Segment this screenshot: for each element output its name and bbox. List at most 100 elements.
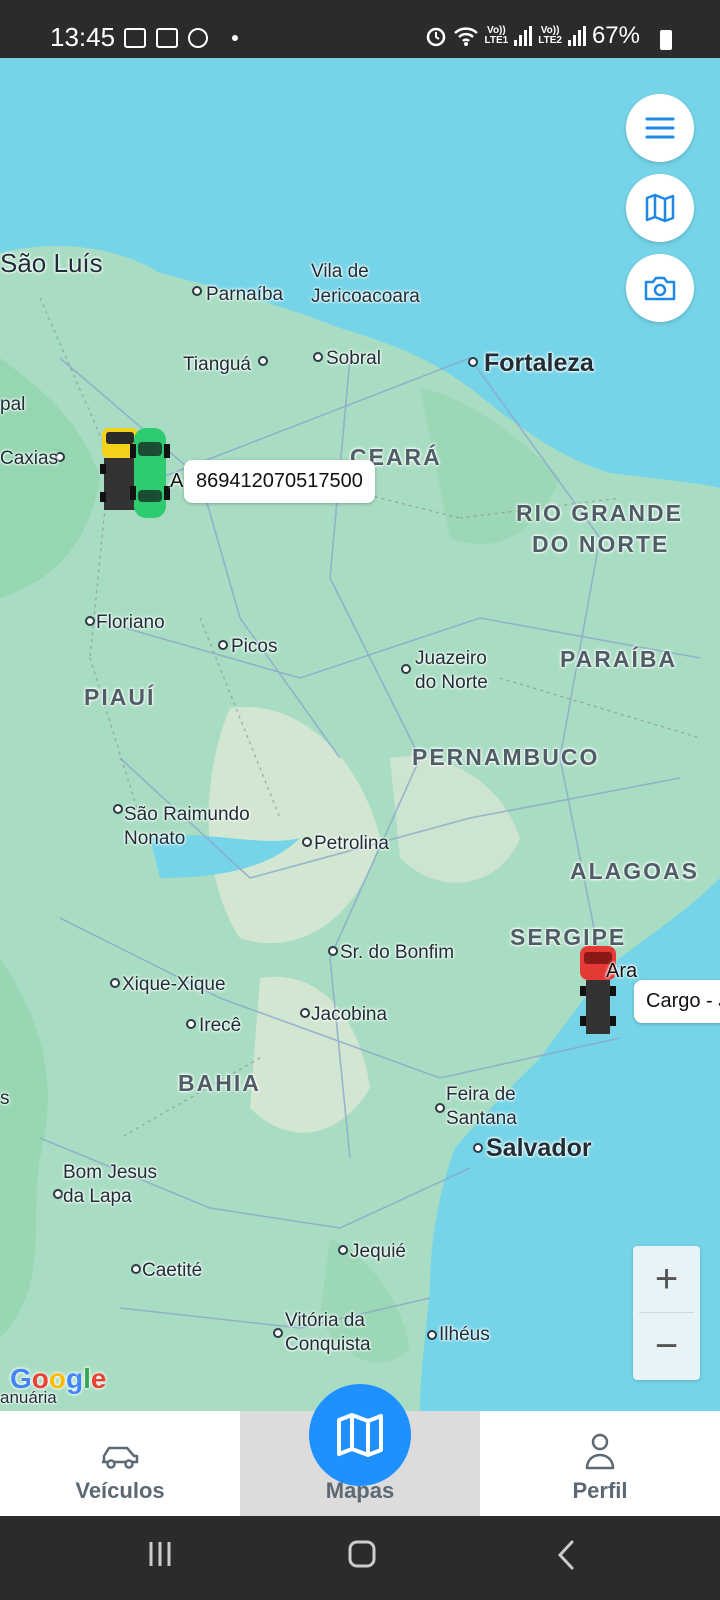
city-dot — [53, 1189, 63, 1199]
wifi-icon — [453, 27, 478, 46]
vehicle-marker[interactable] — [128, 424, 172, 527]
city-sao-luis: São Luís — [0, 248, 103, 278]
map-type-button[interactable] — [626, 174, 694, 242]
city-dot — [85, 616, 95, 626]
state-piaui: PIAUÍ — [84, 684, 156, 710]
city-dot — [258, 356, 268, 366]
state-pernambuco: PERNAMBUCO — [412, 744, 600, 770]
battery-percent: 67% — [591, 22, 640, 49]
city-s-left: s — [0, 1088, 10, 1109]
vehicle-marker[interactable] — [576, 942, 620, 1047]
zoom-controls: + − — [633, 1246, 700, 1380]
vehicle-callout[interactable]: Cargo - J — [634, 980, 720, 1023]
state-paraiba: PARAÍBA — [560, 646, 678, 672]
city-dot — [401, 664, 411, 674]
menu-button[interactable] — [626, 94, 694, 162]
city-caxias: Caxias — [0, 448, 59, 469]
signal-2-icon — [567, 26, 586, 46]
city-picos: Picos — [231, 636, 278, 657]
city-juazeiro-2: do Norte — [415, 672, 488, 693]
city-sao-raimundo-2: Nonato — [124, 828, 186, 849]
state-bahia: BAHIA — [178, 1070, 261, 1096]
do-not-disturb-icon — [188, 28, 208, 48]
city-dot — [110, 978, 120, 988]
city-dot — [273, 1328, 283, 1338]
truck-icon — [580, 946, 616, 1034]
city-dot — [427, 1330, 437, 1340]
city-dot — [435, 1103, 445, 1113]
back-icon[interactable] — [556, 1540, 576, 1570]
car-icon — [130, 428, 170, 518]
menu-icon — [645, 117, 675, 139]
city-jacobina: Jacobina — [311, 1004, 388, 1025]
city-januaria: anuária — [0, 1388, 57, 1407]
city-parnaiba: Parnaíba — [206, 284, 284, 305]
city-bom-jesus-2: da Lapa — [63, 1186, 132, 1207]
camera-icon — [644, 276, 676, 301]
home-icon[interactable] — [348, 1540, 376, 1568]
city-feira-1: Feira de — [446, 1084, 516, 1105]
city-dot — [302, 837, 312, 847]
city-jericoacoara: Jericoacoara — [311, 286, 420, 307]
car-outline-icon — [102, 1446, 139, 1469]
city-dot — [186, 1019, 196, 1029]
city-salvador: Salvador — [486, 1134, 592, 1162]
city-dot — [328, 946, 338, 956]
city-dot — [131, 1264, 141, 1274]
city-pal: pal — [0, 394, 26, 415]
status-right-icons: Vo)) LTE1 Vo)) LTE2 67% — [425, 22, 662, 50]
vehicle-label-prefix: Ara — [606, 960, 638, 982]
battery-icon — [660, 30, 672, 50]
city-fortaleza: Fortaleza — [484, 349, 594, 377]
map-icon — [645, 193, 675, 223]
nav-profile-label: Perfil — [572, 1478, 628, 1503]
city-petrolina: Petrolina — [314, 833, 389, 854]
camera-button[interactable] — [626, 254, 694, 322]
volte-lte1-label: Vo)) LTE1 — [484, 25, 509, 46]
map-icon — [337, 1413, 383, 1457]
dot-icon — [232, 35, 238, 41]
zoom-in-button[interactable]: + — [633, 1246, 700, 1312]
vehicle-callout[interactable]: 869412070517500 — [184, 460, 375, 503]
city-dot — [300, 1008, 310, 1018]
signal-1-icon — [514, 26, 533, 46]
nav-vehicles-label: Veículos — [75, 1478, 165, 1503]
city-sao-raimundo-1: São Raimundo — [124, 804, 250, 825]
city-sobral: Sobral — [326, 348, 381, 369]
city-dot — [468, 357, 478, 367]
city-dot — [313, 352, 323, 362]
city-feira-2: Santana — [446, 1108, 517, 1129]
city-xique-xique: Xique-Xique — [122, 974, 226, 995]
maps-fab-button[interactable] — [309, 1384, 411, 1486]
gallery-icon — [124, 28, 146, 48]
zoom-out-button[interactable]: − — [633, 1313, 700, 1379]
city-dot — [192, 286, 202, 296]
city-dot — [338, 1245, 348, 1255]
city-jequie: Jequié — [350, 1241, 406, 1262]
vehicle-label-prefix: A — [170, 470, 184, 492]
city-ilheus: Ilhéus — [439, 1324, 490, 1345]
city-dot — [218, 640, 228, 650]
city-irece: Irecê — [199, 1015, 242, 1036]
city-dot — [473, 1143, 483, 1153]
map-view[interactable]: São Luís Parnaíba Vila de Jericoacoara T… — [0, 58, 720, 1411]
status-left-icons — [124, 28, 238, 48]
nav-vehicles[interactable]: Veículos — [40, 1411, 200, 1516]
system-navigation-bar — [0, 1516, 720, 1600]
recent-apps-icon[interactable] — [146, 1540, 174, 1568]
city-caetite: Caetité — [142, 1260, 203, 1281]
status-bar: 13:45 Vo)) LTE1 Vo)) LTE2 67% — [0, 0, 720, 58]
city-vitoria-1: Vitória da — [285, 1310, 365, 1331]
city-bom-jesus-1: Bom Jesus — [63, 1162, 157, 1183]
voicemail-icon — [156, 28, 178, 48]
city-tiangua: Tianguá — [183, 354, 251, 375]
city-floriano: Floriano — [96, 612, 165, 633]
status-time: 13:45 — [50, 22, 116, 52]
nav-profile[interactable]: Perfil — [520, 1411, 680, 1516]
city-vitoria-2: Conquista — [285, 1334, 371, 1355]
state-rgn-1: RIO GRANDE — [516, 500, 683, 526]
city-dot — [113, 804, 123, 814]
person-icon — [585, 1433, 615, 1470]
volte-lte2-label: Vo)) LTE2 — [538, 25, 562, 46]
city-vila-de: Vila de — [311, 261, 369, 282]
